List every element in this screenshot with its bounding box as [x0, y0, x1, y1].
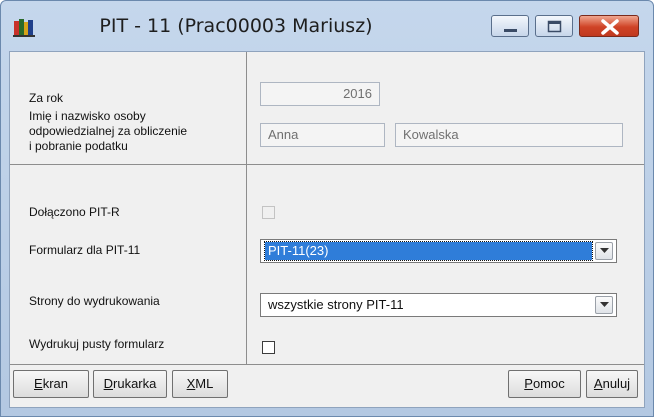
maximize-button[interactable]: [535, 15, 573, 37]
form-select-dropdown[interactable]: [595, 242, 613, 260]
form-label: Formularz dla PIT-11: [29, 243, 141, 257]
printer-button[interactable]: Drukarka: [93, 370, 167, 398]
chevron-down-icon: [600, 302, 609, 307]
pitr-label: Dołączono PIT-R: [29, 205, 120, 219]
chevron-down-icon: [600, 248, 609, 253]
person-label-line1: Imię i nazwisko osoby: [29, 109, 146, 123]
person-label-line3: i pobranie podatku: [29, 139, 128, 153]
pit11-dialog-window: PIT - 11 (Prac00003 Mariusz) Za rok Imię…: [0, 0, 654, 417]
dialog-client-area: Za rok Imię i nazwisko osoby odpowiedzia…: [9, 51, 645, 408]
pages-label: Strony do wydrukowania: [29, 294, 160, 308]
form-select[interactable]: PIT-11(23): [260, 239, 617, 263]
empty-form-checkbox[interactable]: [262, 341, 275, 354]
cancel-button[interactable]: Anuluj: [586, 370, 638, 398]
window-title: PIT - 11 (Prac00003 Mariusz): [99, 15, 373, 37]
section-print-options: Dołączono PIT-R Formularz dla PIT-11 PIT…: [10, 165, 644, 365]
form-select-value: PIT-11(23): [264, 241, 593, 261]
empty-form-label: Wydrukuj pusty formularz: [29, 337, 165, 351]
minimize-button[interactable]: [491, 15, 529, 37]
person-label-line2: odpowiedzialnej za obliczenie: [29, 124, 188, 138]
title-bar[interactable]: PIT - 11 (Prac00003 Mariusz): [1, 1, 653, 51]
first-name-field[interactable]: Anna: [260, 123, 385, 147]
maximize-icon: [547, 20, 562, 33]
pages-select-dropdown[interactable]: [595, 296, 613, 314]
year-label: Za rok: [29, 91, 64, 105]
close-button[interactable]: [579, 15, 639, 37]
xml-button[interactable]: XML: [172, 370, 228, 398]
minimize-icon: [504, 29, 517, 32]
help-button[interactable]: Pomoc: [508, 370, 581, 398]
last-name-field[interactable]: Kowalska: [395, 123, 623, 147]
screen-button[interactable]: Ekran: [13, 370, 89, 398]
pitr-checkbox[interactable]: [262, 206, 275, 219]
section-responsible-person: Za rok Imię i nazwisko osoby odpowiedzia…: [10, 52, 644, 165]
year-field[interactable]: 2016: [260, 82, 380, 106]
pages-select[interactable]: wszystkie strony PIT-11: [260, 293, 617, 317]
close-icon: [601, 19, 619, 35]
pages-select-value: wszystkie strony PIT-11: [268, 297, 404, 312]
